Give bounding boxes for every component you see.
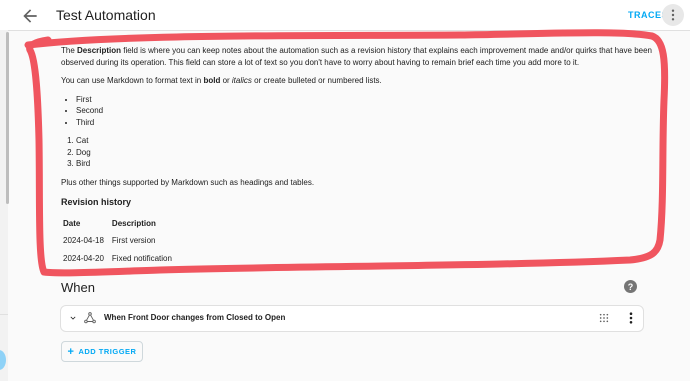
table-header: Description [111,218,156,228]
list-item: Dog [76,147,661,159]
trigger-row[interactable]: When Front Door changes from Closed to O… [60,305,644,332]
description-paragraph-1: The Description field is where you can k… [61,46,653,67]
list-item: Cat [76,135,661,147]
trigger-label: When Front Door changes from Closed to O… [104,313,286,322]
list-item: Bird [76,158,661,170]
table-row: 2024-04-18 First version [61,232,178,250]
when-section-title: When [61,280,95,295]
list-item: Third [76,117,661,129]
revision-table: Date Description 2024-04-18 First versio… [61,218,178,268]
arrow-left-icon[interactable] [20,6,40,26]
table-cell: First version [111,236,156,245]
drag-handle-icon[interactable] [599,313,609,323]
description-paragraph-3: Plus other things supported by Markdown … [61,177,315,187]
table-header: Date [63,218,81,228]
overflow-menu-button[interactable] [662,4,684,26]
list-item: Second [76,105,661,117]
trigger-state-icon [84,312,96,324]
top-app-bar: Test Automation TRACES [0,0,690,31]
plus-icon: + [67,345,75,358]
chevron-down-icon[interactable] [68,313,78,323]
add-trigger-label: ADD TRIGGER [78,347,137,356]
automation-description: The Description field is where you can k… [61,45,661,267]
table-cell: 2024-04-20 [63,253,104,263]
table-row: 2024-04-20 Fixed notification [61,250,178,268]
dots-vertical-icon [671,9,675,21]
dots-vertical-icon [629,312,633,324]
table-cell: 2024-04-18 [63,236,104,245]
bulleted-list: First Second Third [61,94,661,129]
sidebar-divider [0,314,8,315]
scrollbar-thumb[interactable] [6,32,9,204]
revision-history-heading: Revision history [61,197,132,207]
page-title: Test Automation [56,7,156,23]
table-cell: Fixed notification [111,253,172,263]
list-item: First [76,94,661,106]
numbered-list: Cat Dog Bird [61,135,661,170]
trigger-overflow-button[interactable] [624,311,638,325]
add-trigger-button[interactable]: + ADD TRIGGER [61,341,143,362]
help-icon[interactable]: ? [624,280,637,293]
description-paragraph-2: You can use Markdown to format text in b… [61,76,382,85]
table-header-row: Date Description [61,218,178,233]
